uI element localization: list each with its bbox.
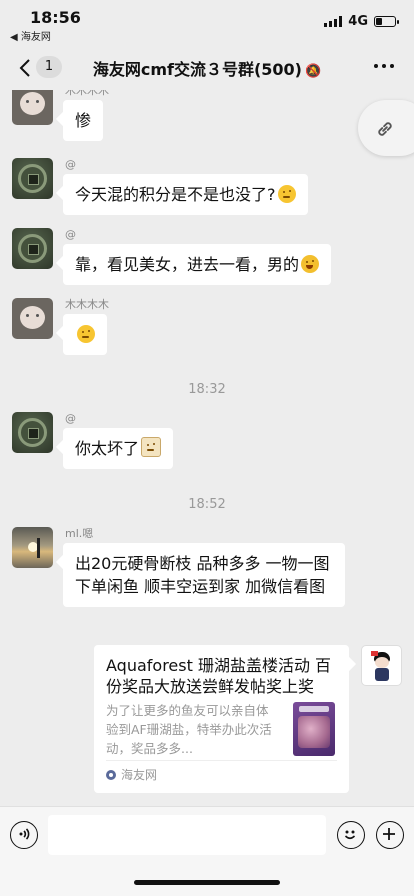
coin-avatar[interactable]	[12, 412, 53, 453]
my-avatar[interactable]	[361, 645, 402, 686]
sender-nickname: @	[65, 412, 76, 425]
thinking-emoji-icon	[77, 325, 95, 343]
sender-nickname: 木木木木	[65, 90, 109, 97]
source-logo-icon	[106, 769, 116, 780]
sender-nickname: @	[65, 228, 76, 241]
bear-avatar[interactable]	[12, 90, 53, 125]
message-item: 木木木木	[12, 298, 109, 355]
battery-icon	[374, 16, 399, 27]
link-card-source: 海友网	[106, 766, 157, 783]
chat-header: 1 海友网cmf交流３号群(500) 🔕	[0, 44, 414, 90]
status-time: 18:56	[30, 8, 81, 27]
message-bubble[interactable]: 惨	[63, 100, 104, 141]
sender-nickname: ml.嗯	[65, 527, 94, 540]
message-bubble[interactable]: 出20元硬骨断枝 品种多多 一物一图 下单闲鱼 顺丰空运到家 加微信看图	[63, 543, 345, 607]
laughing-emoji-icon	[301, 255, 320, 273]
status-bar: 18:56 ◀ 海友网 4G	[0, 0, 414, 44]
voice-icon	[19, 828, 30, 840]
thinking-emoji-icon	[277, 185, 296, 203]
product-thumbnail	[293, 702, 335, 756]
more-actions-button[interactable]	[376, 821, 404, 849]
message-item: 木木木木 惨	[12, 90, 109, 141]
link-card-title: Aquaforest 珊湖盐盖楼活动 百份奖品大放送尝鲜发帖奖上奖	[106, 656, 332, 696]
message-bubble[interactable]	[63, 314, 107, 355]
link-card-description: 为了让更多的鱼友可以亲自体验到AF珊湖盐，特举办此次活动，奖品多多...	[106, 703, 272, 756]
message-item: @ 你太坏了	[12, 412, 174, 469]
chat-title: 海友网cmf交流３号群(500) 🔕	[0, 56, 414, 80]
sender-nickname: 木木木木	[65, 298, 109, 311]
message-item: ml.嗯 出20元硬骨断枝 品种多多 一物一图 下单闲鱼 顺丰空运到家 加微信看…	[12, 527, 345, 607]
message-text: 出20元硬骨断枝 品种多多 一物一图 下单闲鱼 顺丰空运到家 加微信看图	[75, 554, 330, 596]
group-name: 海友网cmf交流３号群(500)	[92, 60, 302, 79]
signal-icon	[324, 16, 343, 27]
network-type: 4G	[348, 14, 368, 29]
back-to-app-link[interactable]: ◀ 海友网	[10, 28, 51, 43]
more-options-icon[interactable]	[374, 64, 394, 68]
link-icon	[378, 122, 392, 136]
bear-avatar[interactable]	[12, 298, 53, 339]
message-text: 靠，看见美女，进去一看，男的	[75, 255, 300, 274]
sunset-avatar[interactable]	[12, 527, 53, 568]
timestamp-divider: 18:52	[188, 497, 226, 512]
coin-avatar[interactable]	[12, 158, 53, 199]
message-item: @ 靠，看见美女，进去一看，男的	[12, 228, 332, 285]
message-bubble[interactable]: 你太坏了	[63, 428, 174, 469]
plus-icon	[383, 828, 395, 840]
bad-emoji-icon	[141, 437, 162, 457]
divider	[106, 760, 337, 761]
voice-button[interactable]	[10, 821, 38, 849]
timestamp-divider: 18:32	[188, 382, 226, 397]
smiley-icon	[344, 830, 356, 840]
mute-bell-icon: 🔕	[304, 64, 322, 79]
sender-nickname: @	[65, 158, 76, 171]
emoji-button[interactable]	[337, 821, 365, 849]
message-bubble[interactable]: 今天混的积分是不是也没了?	[63, 174, 308, 215]
chat-messages[interactable]: 木木木木 惨 @ 今天混的积分是不是也没了? @ 靠，看见美女，进去一看，男的 …	[0, 90, 414, 806]
message-text: 今天混的积分是不是也没了?	[75, 185, 276, 204]
home-indicator[interactable]	[134, 880, 280, 885]
shared-link-card[interactable]: Aquaforest 珊湖盐盖楼活动 百份奖品大放送尝鲜发帖奖上奖 为了让更多的…	[94, 645, 349, 793]
message-item: @ 今天混的积分是不是也没了?	[12, 158, 308, 215]
source-name: 海友网	[121, 768, 158, 782]
message-bubble[interactable]: 靠，看见美女，进去一看，男的	[63, 244, 332, 285]
floating-link-button[interactable]	[358, 100, 414, 156]
message-text: 惨	[75, 111, 92, 130]
coin-avatar[interactable]	[12, 228, 53, 269]
message-text: 你太坏了	[75, 439, 140, 458]
message-input[interactable]	[48, 815, 326, 855]
